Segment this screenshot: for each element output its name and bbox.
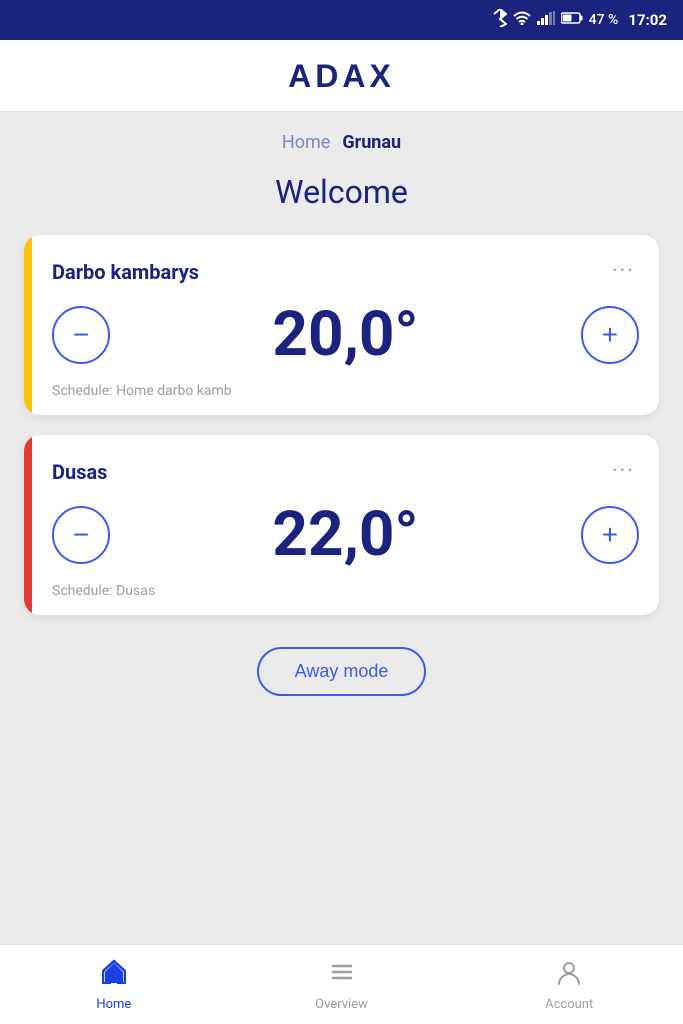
app-logo: ADAX [288, 58, 395, 95]
breadcrumb-current[interactable]: Grunau [342, 132, 401, 153]
welcome-title: Welcome [275, 173, 408, 211]
main-content: Home Grunau Welcome Darbo kambarys ··· −… [0, 112, 683, 944]
nav-label-overview: Overview [315, 997, 368, 1012]
status-bar: 47 % 17:02 [0, 0, 683, 40]
device-menu-btn-1[interactable]: ··· [608, 255, 639, 288]
home-icon [100, 958, 128, 993]
card-header-row-1: Darbo kambarys ··· [52, 255, 639, 288]
card-accent-2 [24, 435, 32, 615]
card-body-2: Dusas ··· − 22,0° + Schedule: Dusas [32, 435, 659, 615]
app-header: ADAX [0, 40, 683, 112]
decrease-temp-btn-1[interactable]: − [52, 306, 110, 364]
temp-display-1: 20,0° [272, 298, 418, 371]
device-menu-btn-2[interactable]: ··· [608, 455, 639, 488]
overview-icon [328, 958, 356, 993]
battery-percent: 47 % [589, 12, 619, 28]
away-mode-button[interactable]: Away mode [257, 647, 427, 696]
decrease-temp-btn-2[interactable]: − [52, 506, 110, 564]
device-schedule-2: Schedule: Dusas [52, 583, 639, 599]
account-icon [555, 958, 583, 993]
card-accent-1 [24, 235, 32, 415]
card-controls-2: − 22,0° + [52, 498, 639, 571]
device-schedule-1: Schedule: Home darbo kamb [52, 383, 639, 399]
battery-icon [561, 12, 583, 28]
breadcrumb: Home Grunau [282, 132, 401, 153]
nav-item-overview[interactable]: Overview [228, 945, 456, 1024]
wifi-icon [513, 11, 531, 29]
device-card-2: Dusas ··· − 22,0° + Schedule: Dusas [24, 435, 659, 615]
nav-item-account[interactable]: Account [455, 945, 683, 1024]
increase-temp-btn-1[interactable]: + [581, 306, 639, 364]
device-name-2: Dusas [52, 460, 107, 484]
status-time: 17:02 [628, 11, 667, 29]
nav-label-account: Account [545, 997, 593, 1012]
bottom-nav: Home Overview Account [0, 944, 683, 1024]
status-icons: 47 % 17:02 [493, 9, 667, 31]
card-controls-1: − 20,0° + [52, 298, 639, 371]
temp-display-2: 22,0° [272, 498, 418, 571]
bluetooth-icon [493, 9, 507, 31]
device-name-1: Darbo kambarys [52, 260, 199, 284]
card-body-1: Darbo kambarys ··· − 20,0° + Schedule: H… [32, 235, 659, 415]
device-card-1: Darbo kambarys ··· − 20,0° + Schedule: H… [24, 235, 659, 415]
signal-icon [537, 11, 555, 29]
nav-label-home: Home [96, 997, 131, 1012]
card-header-row-2: Dusas ··· [52, 455, 639, 488]
breadcrumb-home[interactable]: Home [282, 132, 330, 153]
nav-item-home[interactable]: Home [0, 945, 228, 1024]
increase-temp-btn-2[interactable]: + [581, 506, 639, 564]
